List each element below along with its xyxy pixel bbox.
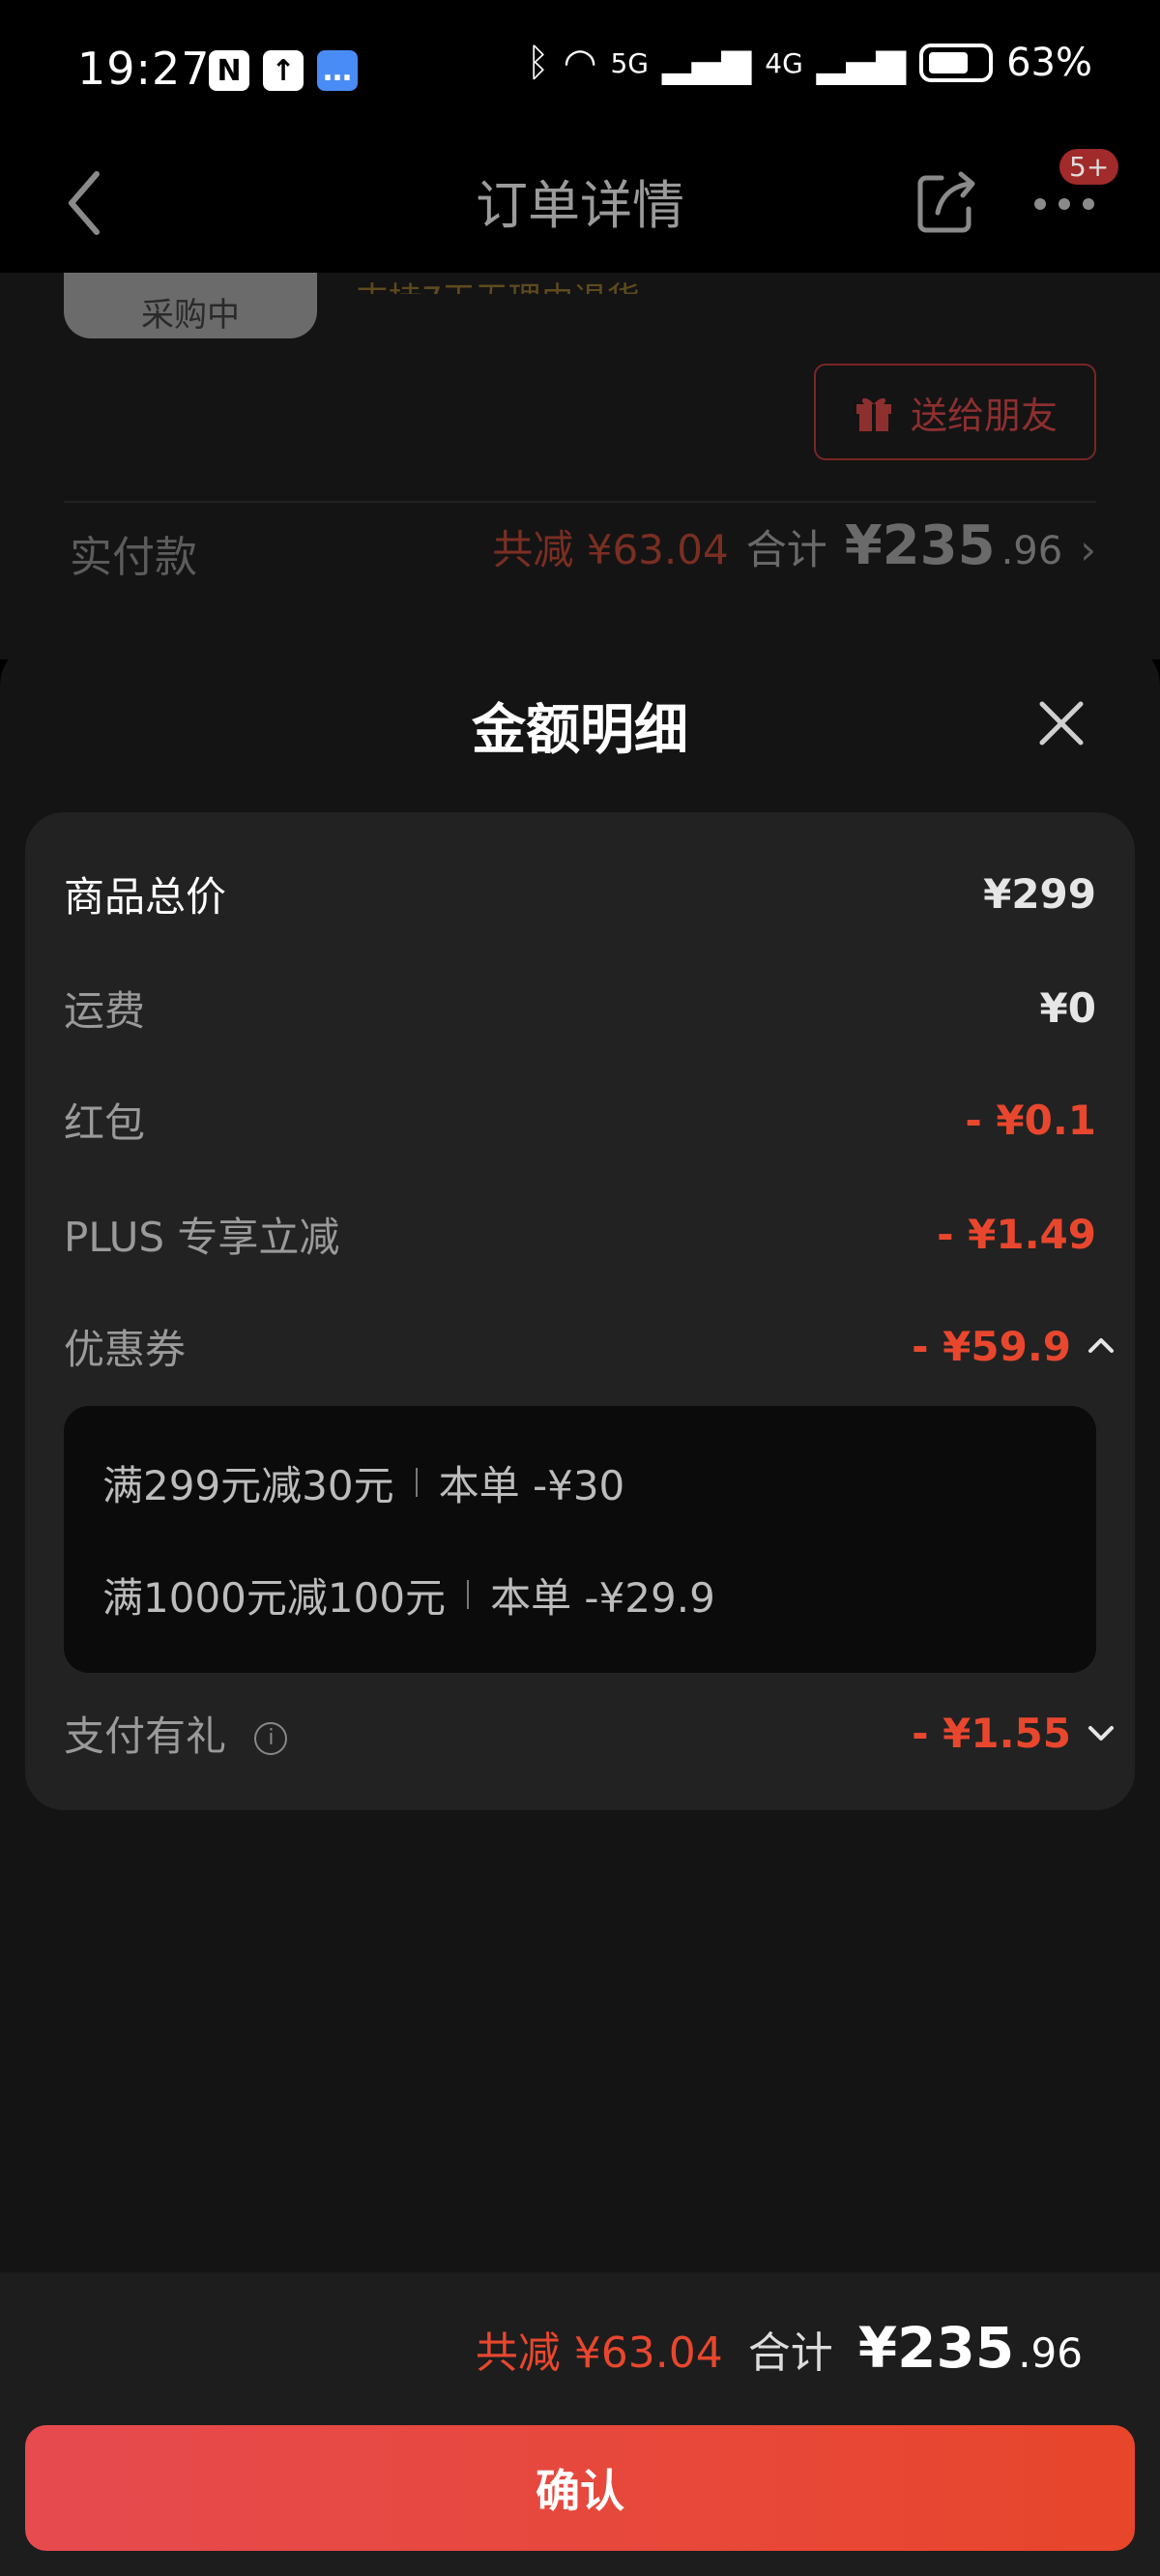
goods-total-label: 商品总价 bbox=[64, 872, 227, 921]
chevron-down-icon[interactable] bbox=[1087, 1718, 1116, 1747]
paid-total-label: 合计 bbox=[745, 526, 827, 573]
amount-card: 商品总价 ¥299 运费 ¥0 红包 - ¥0.1 PLUS 专享立减 - ¥1… bbox=[25, 812, 1135, 1810]
sheet-title: 金额明细 bbox=[472, 699, 688, 762]
gift-icon bbox=[856, 397, 891, 431]
coupon-item: 满299元减30元 本单 -¥30 bbox=[102, 1449, 624, 1516]
coupon-breakdown: 满299元减30元 本单 -¥30 满1000元减100元 本单 -¥29.9 bbox=[64, 1406, 1096, 1673]
row-coupon[interactable]: 优惠券 - ¥59.9 bbox=[64, 1307, 1116, 1385]
wifi-icon: ◠ bbox=[563, 41, 597, 85]
plus-discount-value: - ¥1.49 bbox=[937, 1210, 1096, 1258]
bluetooth-icon: ᛒ bbox=[526, 41, 550, 85]
divider bbox=[64, 501, 1096, 503]
battery-percent: 63% bbox=[1006, 41, 1092, 85]
status-bar: 19:27 N ↑ … ᛒ ◠ 5G ▂▄▆ 4G ▂▄▆ 63% bbox=[0, 0, 1160, 135]
total-summary: 共减 ¥63.04 合计 ¥235 .96 bbox=[476, 2315, 1083, 2381]
coupon-amount: 本单 -¥30 bbox=[438, 1461, 625, 1509]
pay-gift-value: - ¥1.55 bbox=[912, 1709, 1071, 1757]
close-icon[interactable] bbox=[1034, 696, 1088, 750]
upload-icon: ↑ bbox=[263, 50, 304, 91]
shipping-value: ¥0 bbox=[1039, 983, 1096, 1032]
total-label: 合计 bbox=[747, 2328, 833, 2378]
shipping-label: 运费 bbox=[64, 986, 146, 1035]
pay-gift-label-group: 支付有礼 i bbox=[64, 1704, 288, 1763]
red-packet-value: - ¥0.1 bbox=[965, 1096, 1096, 1144]
pay-gift-label: 支付有礼 bbox=[64, 1712, 227, 1760]
total-discount: 共减 ¥63.04 bbox=[475, 2328, 723, 2378]
coupon-label: 优惠券 bbox=[64, 1325, 187, 1373]
send-to-friend-button[interactable]: 送给朋友 bbox=[814, 364, 1096, 460]
row-shipping: 运费 ¥0 bbox=[64, 969, 1096, 1046]
share-icon[interactable] bbox=[913, 162, 980, 240]
page-title: 订单详情 bbox=[476, 175, 684, 236]
signal-5g-icon: ▂▄▆ bbox=[661, 41, 752, 85]
plus-discount-label: PLUS 专享立减 bbox=[64, 1213, 340, 1261]
paid-discount: 共减 ¥63.04 bbox=[492, 526, 729, 573]
message-app-icon: … bbox=[317, 50, 358, 91]
status-time: 19:27 bbox=[77, 43, 211, 95]
coupon-separator bbox=[467, 1580, 470, 1609]
coupon-condition: 满299元减30元 bbox=[102, 1461, 394, 1509]
paid-summary[interactable]: 共减 ¥63.04 合计 ¥235 .96 › bbox=[492, 514, 1096, 577]
signal-4g-icon: ▂▄▆ bbox=[816, 41, 907, 85]
coupon-value-group: - ¥59.9 bbox=[912, 1323, 1116, 1370]
total-decimal: .96 bbox=[1018, 2329, 1083, 2377]
row-pay-gift[interactable]: 支付有礼 i - ¥1.55 bbox=[64, 1694, 1116, 1771]
paid-total-integer: ¥235 bbox=[844, 514, 996, 577]
coupon-item: 满1000元减100元 本单 -¥29.9 bbox=[102, 1561, 715, 1628]
bottom-bar: 共减 ¥63.04 合计 ¥235 .96 确认 bbox=[0, 2272, 1160, 2576]
row-red-packet: 红包 - ¥0.1 bbox=[64, 1081, 1096, 1158]
product-status-label: 采购中 bbox=[141, 296, 240, 335]
notification-badge: 5+ bbox=[1059, 149, 1119, 185]
chevron-right-icon: › bbox=[1080, 526, 1096, 573]
status-right: ᛒ ◠ 5G ▂▄▆ 4G ▂▄▆ 63% bbox=[527, 41, 1092, 85]
red-packet-label: 红包 bbox=[64, 1098, 146, 1147]
row-plus-discount: PLUS 专享立减 - ¥1.49 bbox=[64, 1195, 1096, 1273]
signal-4g-label: 4G bbox=[765, 46, 803, 79]
info-icon[interactable]: i bbox=[254, 1722, 288, 1755]
battery-icon bbox=[919, 44, 994, 82]
pay-gift-value-group: - ¥1.55 bbox=[912, 1710, 1116, 1757]
row-goods-total: 商品总价 ¥299 bbox=[64, 855, 1096, 932]
goods-total-value: ¥299 bbox=[983, 869, 1096, 918]
send-to-friend-label: 送给朋友 bbox=[910, 394, 1058, 437]
coupon-separator bbox=[415, 1468, 418, 1497]
return-policy-note: 支持7天无理由退货 bbox=[356, 273, 640, 294]
coupon-value: - ¥59.9 bbox=[912, 1322, 1071, 1370]
coupon-condition: 满1000元减100元 bbox=[102, 1573, 447, 1622]
paid-label: 实付款 bbox=[70, 533, 197, 582]
page-header: 订单详情 5+ bbox=[0, 135, 1160, 273]
more-icon[interactable] bbox=[1030, 190, 1098, 219]
coupon-amount: 本单 -¥29.9 bbox=[490, 1573, 715, 1622]
paid-total-decimal: .96 bbox=[1000, 529, 1063, 573]
chevron-up-icon[interactable] bbox=[1087, 1332, 1116, 1361]
nfc-icon: N bbox=[209, 50, 249, 91]
signal-5g-label: 5G bbox=[610, 46, 649, 79]
total-integer: ¥235 bbox=[857, 2315, 1015, 2381]
order-background: 采购中 支持7天无理由退货 送给朋友 实付款 共减 ¥63.04 合计 ¥235… bbox=[0, 273, 1160, 659]
confirm-button[interactable]: 确认 bbox=[25, 2425, 1135, 2551]
